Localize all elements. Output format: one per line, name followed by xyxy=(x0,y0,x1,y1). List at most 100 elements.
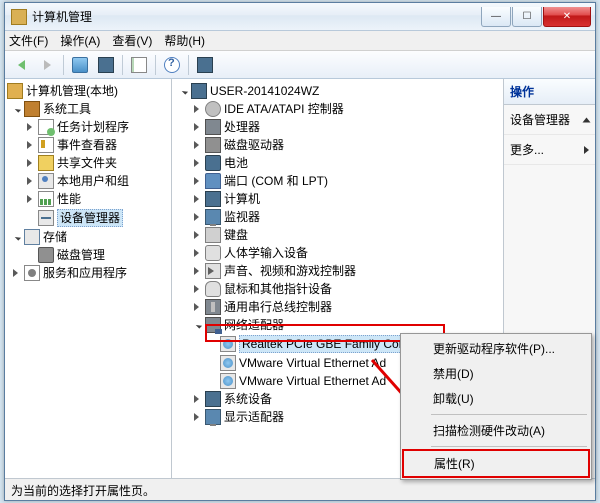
ctx-scan-hardware[interactable]: 扫描检测硬件改动(A) xyxy=(403,418,589,443)
chevron-right-icon xyxy=(584,146,589,154)
devmgr-icon xyxy=(38,210,54,226)
dev-ports[interactable]: 端口 (COM 和 LPT) xyxy=(174,172,503,190)
expander-icon[interactable] xyxy=(192,176,203,187)
expander-icon[interactable] xyxy=(192,412,203,423)
maximize-button[interactable]: ☐ xyxy=(512,7,542,27)
scan-button[interactable] xyxy=(193,54,217,76)
tools-icon xyxy=(24,101,40,117)
ctx-properties[interactable]: 属性(R) xyxy=(402,449,590,478)
dev-keyboard[interactable]: 键盘 xyxy=(174,226,503,244)
expander-icon[interactable] xyxy=(178,86,189,97)
context-menu: 更新驱动程序软件(P)... 禁用(D) 卸载(U) 扫描检测硬件改动(A) 属… xyxy=(400,333,592,480)
separator xyxy=(431,446,587,447)
tree-root[interactable]: 计算机管理(本地) xyxy=(5,82,171,100)
tree-services[interactable]: 服务和应用程序 xyxy=(5,264,171,282)
properties-button[interactable] xyxy=(127,54,151,76)
titlebar[interactable]: 计算机管理 — ☐ ✕ xyxy=(5,3,595,31)
toolbar xyxy=(5,51,595,79)
help-button[interactable] xyxy=(160,54,184,76)
left-pane[interactable]: 计算机管理(本地) 系统工具 任务计划程序 事件查看器 共享文件夹 本地用户和组… xyxy=(5,79,172,487)
storage-icon xyxy=(24,229,40,245)
scan-hw-button[interactable] xyxy=(219,54,243,76)
perf-icon xyxy=(38,191,54,207)
scheduler-icon xyxy=(38,119,54,135)
tree-performance[interactable]: 性能 xyxy=(5,190,171,208)
actions-more[interactable]: 更多... xyxy=(504,135,595,165)
expander-icon[interactable] xyxy=(192,140,203,151)
expander-icon[interactable] xyxy=(25,140,36,151)
separator xyxy=(63,55,64,75)
tree-eventviewer[interactable]: 事件查看器 xyxy=(5,136,171,154)
dev-monitor[interactable]: 监视器 xyxy=(174,208,503,226)
forward-button[interactable] xyxy=(35,54,59,76)
menu-view[interactable]: 查看(V) xyxy=(112,32,152,49)
minimize-button[interactable]: — xyxy=(481,7,511,27)
expander-icon[interactable] xyxy=(192,302,203,313)
dev-sound[interactable]: 声音、视频和游戏控制器 xyxy=(174,262,503,280)
dev-mouse[interactable]: 鼠标和其他指针设备 xyxy=(174,280,503,298)
close-button[interactable]: ✕ xyxy=(543,7,591,27)
expander-icon[interactable] xyxy=(192,104,203,115)
expander-icon[interactable] xyxy=(25,194,36,205)
battery-icon xyxy=(205,155,221,171)
ctx-uninstall[interactable]: 卸载(U) xyxy=(403,386,589,411)
menu-file[interactable]: 文件(F) xyxy=(9,32,48,49)
tree-scheduler[interactable]: 任务计划程序 xyxy=(5,118,171,136)
tree-shared[interactable]: 共享文件夹 xyxy=(5,154,171,172)
event-icon xyxy=(38,137,54,153)
dev-root[interactable]: USER-20141024WZ xyxy=(174,82,503,100)
port-icon xyxy=(205,173,221,189)
menu-action[interactable]: 操作(A) xyxy=(60,32,100,49)
tree-tools[interactable]: 系统工具 xyxy=(5,100,171,118)
tree-users[interactable]: 本地用户和组 xyxy=(5,172,171,190)
ctx-update-driver[interactable]: 更新驱动程序软件(P)... xyxy=(403,336,589,361)
actions-header: 操作 xyxy=(504,79,595,105)
expander-icon[interactable] xyxy=(25,122,36,133)
tree-storage[interactable]: 存储 xyxy=(5,228,171,246)
show-hide-button[interactable] xyxy=(94,54,118,76)
tree-devmgr[interactable]: 设备管理器 xyxy=(5,208,171,228)
services-icon xyxy=(24,265,40,281)
adapter-icon xyxy=(220,355,236,371)
expander-icon[interactable] xyxy=(192,394,203,405)
up-button[interactable] xyxy=(68,54,92,76)
dev-usb[interactable]: 通用串行总线控制器 xyxy=(174,298,503,316)
separator xyxy=(155,55,156,75)
expander-icon[interactable] xyxy=(192,284,203,295)
actions-devmgr[interactable]: 设备管理器 xyxy=(504,105,595,135)
expander-icon[interactable] xyxy=(192,230,203,241)
status-text: 为当前的选择打开属性页。 xyxy=(11,484,155,498)
dev-diskdrives[interactable]: 磁盘驱动器 xyxy=(174,136,503,154)
separator xyxy=(188,55,189,75)
expander-icon[interactable] xyxy=(25,176,36,187)
keyboard-icon xyxy=(205,227,221,243)
dev-hid[interactable]: 人体学输入设备 xyxy=(174,244,503,262)
disk-icon xyxy=(38,247,54,263)
dev-computer[interactable]: 计算机 xyxy=(174,190,503,208)
mgmt-icon xyxy=(7,83,23,99)
dev-ide[interactable]: IDE ATA/ATAPI 控制器 xyxy=(174,100,503,118)
separator xyxy=(122,55,123,75)
expander-icon[interactable] xyxy=(192,194,203,205)
expander-icon[interactable] xyxy=(192,320,203,331)
diskdrive-icon xyxy=(205,137,221,153)
back-button[interactable] xyxy=(9,54,33,76)
expander-icon[interactable] xyxy=(192,212,203,223)
ctx-disable[interactable]: 禁用(D) xyxy=(403,361,589,386)
tree-diskmgmt[interactable]: 磁盘管理 xyxy=(5,246,171,264)
menubar: 文件(F) 操作(A) 查看(V) 帮助(H) xyxy=(5,31,595,51)
network-icon xyxy=(205,317,221,333)
expander-icon[interactable] xyxy=(192,158,203,169)
expander-icon[interactable] xyxy=(192,248,203,259)
expander-icon[interactable] xyxy=(192,122,203,133)
expander-icon[interactable] xyxy=(25,158,36,169)
dev-cpu[interactable]: 处理器 xyxy=(174,118,503,136)
expander-icon[interactable] xyxy=(11,268,22,279)
expander-icon[interactable] xyxy=(11,232,22,243)
dev-battery[interactable]: 电池 xyxy=(174,154,503,172)
dev-network[interactable]: 网络适配器 xyxy=(174,316,503,334)
adapter-icon xyxy=(220,336,236,352)
expander-icon[interactable] xyxy=(11,104,22,115)
menu-help[interactable]: 帮助(H) xyxy=(164,32,205,49)
expander-icon[interactable] xyxy=(192,266,203,277)
